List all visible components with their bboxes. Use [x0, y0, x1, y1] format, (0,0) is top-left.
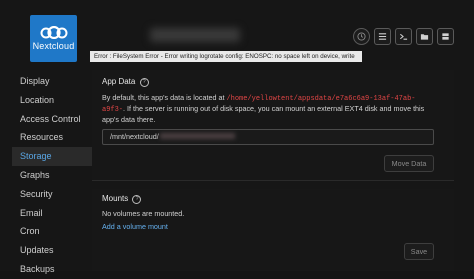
help-icon[interactable]: ?: [139, 78, 149, 87]
no-volumes-text: No volumes are mounted.: [102, 209, 185, 218]
sidebar-item-storage[interactable]: Storage: [12, 147, 92, 166]
desc-suffix: . If the server is running out of disk s…: [102, 104, 425, 124]
folder-glyph: [420, 34, 429, 40]
sidebar-item-resources[interactable]: Resources: [12, 128, 92, 147]
terminal-glyph: [400, 33, 408, 40]
save-button[interactable]: Save: [404, 243, 434, 260]
sidebar-item-access-control[interactable]: Access Control: [12, 110, 92, 129]
sidebar-item-security[interactable]: Security: [12, 185, 92, 204]
nextcloud-cloud-icon: [40, 26, 67, 39]
folder-icon[interactable]: [416, 28, 433, 45]
sidebar: Display Location Access Control Resource…: [12, 72, 92, 279]
clock-glyph: [357, 32, 366, 41]
terminal-icon[interactable]: [395, 28, 412, 45]
app-data-title: App Data ?: [102, 77, 149, 87]
toolbar: [353, 28, 454, 45]
add-volume-mount-link[interactable]: Add a volume mount: [102, 222, 168, 231]
sidebar-item-backups[interactable]: Backups: [12, 260, 92, 279]
app-data-panel: App Data ? By default, this app's data i…: [92, 70, 454, 181]
top-bar: Nextcloud: [0, 0, 474, 62]
sidebar-item-email[interactable]: Email: [12, 204, 92, 223]
mounts-title-text: Mounts: [102, 194, 129, 203]
mounts-title: Mounts ?: [102, 194, 142, 204]
sidebar-item-location[interactable]: Location: [12, 91, 92, 110]
data-dir-input-value: /mnt/nextcloud/: [110, 132, 159, 141]
data-dir-input[interactable]: /mnt/nextcloud/: [102, 129, 434, 145]
list-icon[interactable]: [374, 28, 391, 45]
nextcloud-logo: Nextcloud: [30, 15, 77, 62]
server-icon[interactable]: [437, 28, 454, 45]
app-data-description: By default, this app's data is located a…: [102, 93, 436, 125]
list-glyph: [378, 33, 387, 40]
move-data-button[interactable]: Move Data: [384, 155, 434, 172]
mounts-panel: Mounts ? No volumes are mounted. Add a v…: [92, 189, 454, 271]
sidebar-item-cron[interactable]: Cron: [12, 222, 92, 241]
main-content: App Data ? By default, this app's data i…: [92, 70, 454, 271]
sidebar-item-display[interactable]: Display: [12, 72, 92, 91]
clock-icon[interactable]: [353, 28, 370, 45]
desc-prefix: By default, this app's data is located a…: [102, 93, 227, 102]
error-message: Error : FileSystem Error - Error writing…: [90, 51, 362, 62]
server-glyph: [442, 33, 449, 40]
sidebar-item-updates[interactable]: Updates: [12, 241, 92, 260]
logo-text: Nextcloud: [32, 41, 75, 51]
sidebar-item-graphs[interactable]: Graphs: [12, 166, 92, 185]
redacted-path-part: [159, 133, 235, 139]
help-icon[interactable]: ?: [132, 195, 142, 204]
app-title-redacted: [150, 28, 240, 42]
app-data-title-text: App Data: [102, 77, 136, 86]
